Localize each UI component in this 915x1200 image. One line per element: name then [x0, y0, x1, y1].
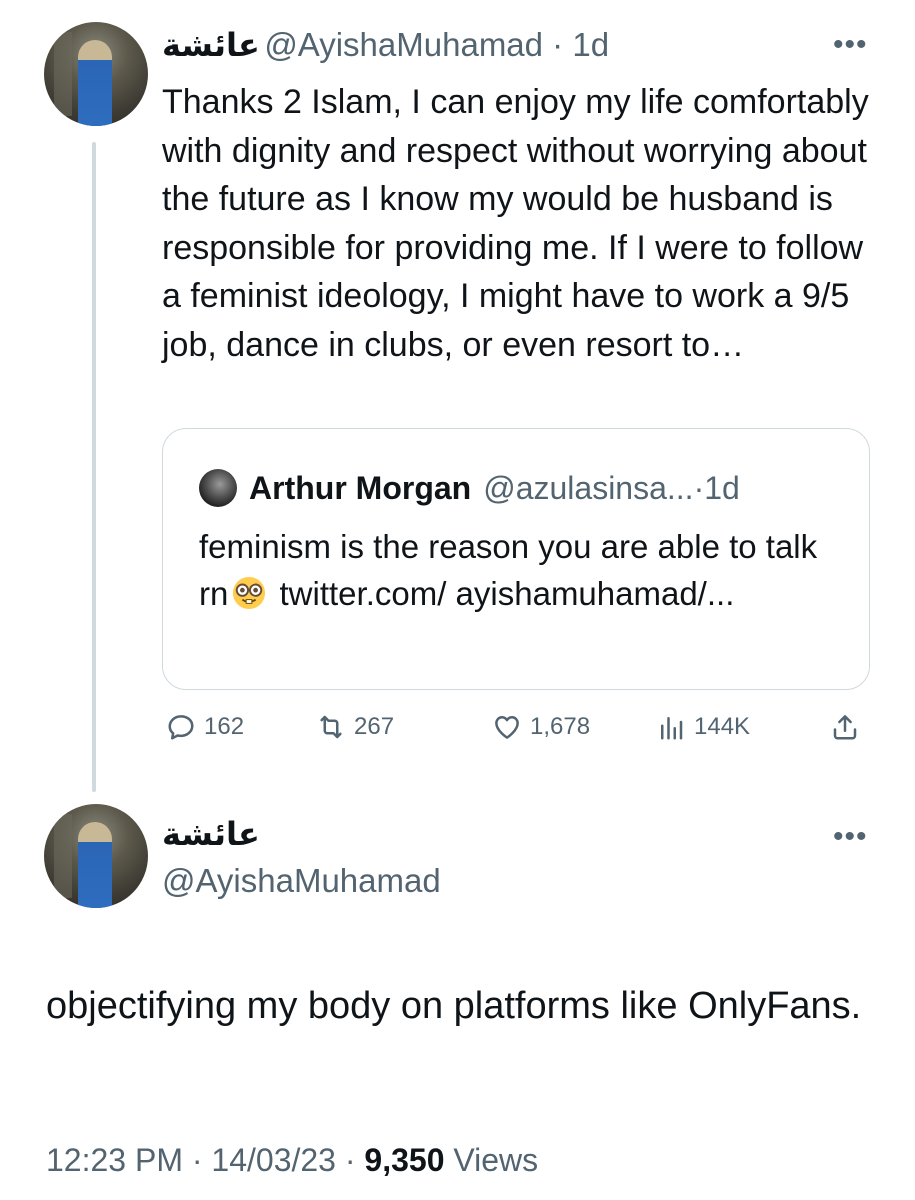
- separator: ·: [543, 26, 573, 63]
- user-handle[interactable]: @AyishaMuhamad: [264, 26, 543, 63]
- nerd-face-emoji-icon: [233, 576, 266, 610]
- display-name[interactable]: عائشة: [162, 815, 260, 853]
- tweet-time[interactable]: 1d: [572, 26, 609, 63]
- tweet-actions-bar: 162 267 1,678 144K: [162, 712, 870, 752]
- quoted-time: 1d: [704, 469, 740, 506]
- views-count: 9,350: [364, 1142, 445, 1178]
- display-name[interactable]: عائشة: [162, 26, 260, 64]
- thread-connector-line: [92, 142, 96, 792]
- quoted-display-name: Arthur Morgan: [249, 469, 472, 506]
- share-button[interactable]: [830, 712, 868, 742]
- more-options-icon[interactable]: •••: [833, 30, 868, 60]
- like-button[interactable]: 1,678: [492, 712, 590, 742]
- retweet-button[interactable]: 267: [316, 712, 394, 742]
- quoted-tweet-header: Arthur Morgan @azulasinsa... · 1d: [199, 469, 740, 507]
- quoted-tweet-text: feminism is the reason you are able to t…: [199, 523, 849, 617]
- user-handle[interactable]: @AyishaMuhamad: [162, 862, 441, 900]
- tweet-text: objectifying my body on platforms like O…: [46, 985, 862, 1027]
- tweet-time[interactable]: 12:23 PM: [46, 1142, 183, 1178]
- avatar[interactable]: [44, 804, 148, 908]
- separator: ·: [335, 1142, 365, 1178]
- retweet-icon: [320, 715, 342, 739]
- tweet-date[interactable]: 14/03/23: [211, 1142, 336, 1178]
- heart-icon: [495, 716, 519, 739]
- reply-count: 162: [204, 713, 245, 740]
- main-tweet-display-name-wrap: عائشة: [162, 815, 260, 853]
- like-count: 1,678: [530, 713, 591, 740]
- retweet-count: 267: [354, 713, 395, 740]
- reply-icon: [168, 715, 194, 740]
- reply-button[interactable]: 162: [166, 712, 244, 742]
- more-options-icon[interactable]: •••: [833, 822, 868, 852]
- views-button[interactable]: 144K: [656, 712, 750, 742]
- quoted-link-text[interactable]: twitter.com/ ayishamuhamad/...: [270, 575, 735, 612]
- views-label: Views: [453, 1142, 539, 1178]
- separator: ·: [693, 469, 705, 506]
- tweet-metadata: 12:23 PM · 14/03/23 · 9,350 Views: [46, 1142, 538, 1179]
- quoted-tweet[interactable]: Arthur Morgan @azulasinsa... · 1d femini…: [162, 428, 870, 690]
- separator: ·: [182, 1142, 212, 1178]
- tweet-text: Thanks 2 Islam, I can enjoy my life comf…: [162, 83, 869, 364]
- quoted-avatar: [199, 469, 237, 507]
- views-count: 144K: [694, 713, 751, 740]
- share-icon: [833, 715, 857, 740]
- parent-tweet-header: عائشة @AyishaMuhamad · 1d: [162, 26, 609, 64]
- views-chart-icon: [661, 717, 683, 740]
- quoted-handle: @azulasinsa...: [483, 469, 694, 506]
- avatar[interactable]: [44, 22, 148, 126]
